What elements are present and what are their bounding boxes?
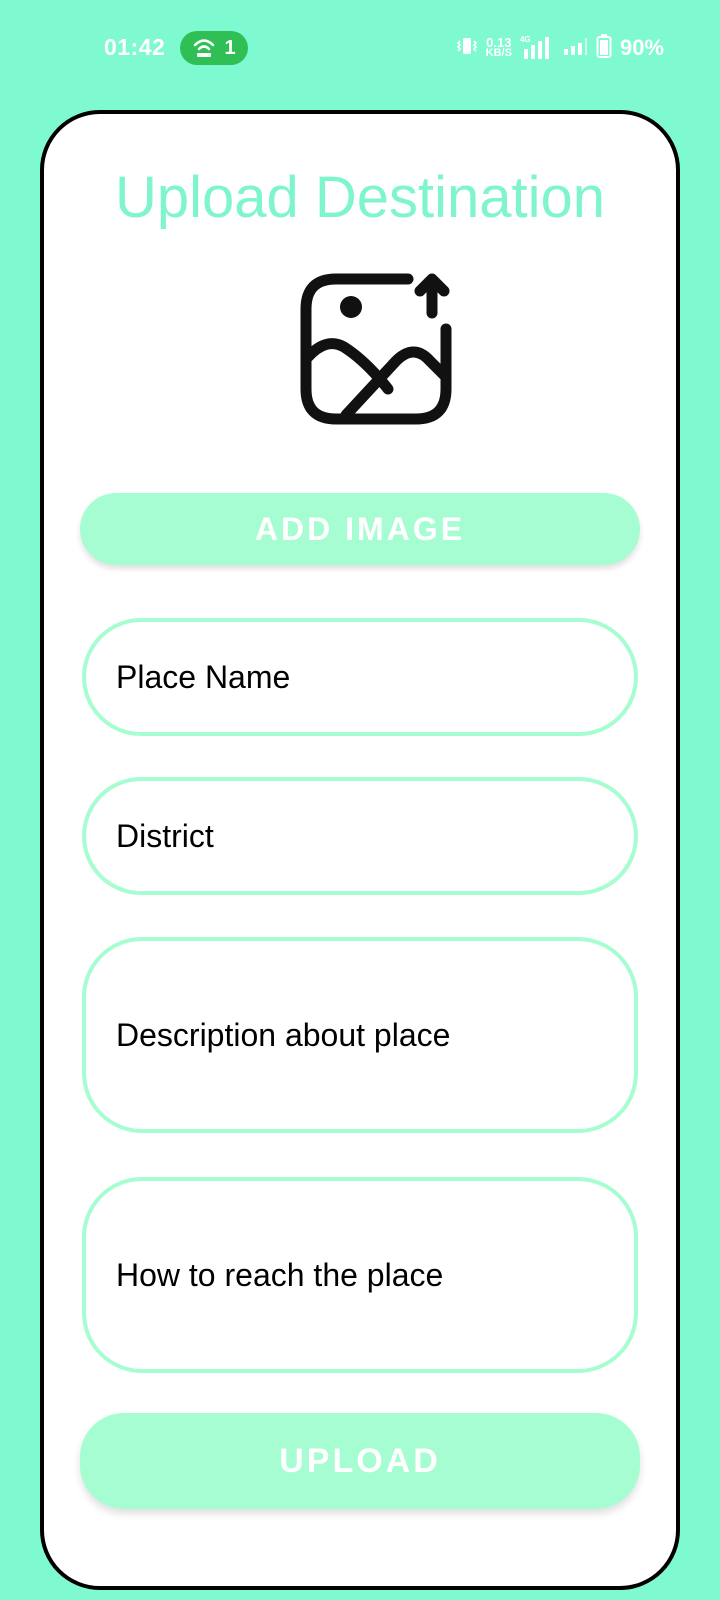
how-to-reach-placeholder: How to reach the place: [116, 1256, 444, 1293]
add-image-button[interactable]: ADD IMAGE: [80, 493, 640, 565]
status-time: 01:42: [104, 34, 166, 60]
status-bar: 01:42 1 0.13 KB/S 4G 90%: [0, 0, 720, 100]
upload-button[interactable]: UPLOAD: [80, 1413, 640, 1509]
battery-icon: [596, 33, 612, 64]
place-name-placeholder: Place Name: [116, 658, 291, 695]
status-right-group: 0.13 KB/S 4G 90%: [456, 30, 664, 66]
battery-percent: 90%: [619, 35, 664, 60]
signal-icon-sim2: [562, 35, 588, 62]
hotspot-indicator[interactable]: 1: [180, 31, 248, 65]
place-name-input[interactable]: Place Name: [82, 618, 638, 736]
district-input[interactable]: District: [82, 777, 638, 895]
hotspot-icon: [192, 37, 216, 59]
hotspot-count: 1: [224, 36, 236, 59]
description-placeholder: Description about place: [116, 1016, 451, 1053]
upload-card: Upload Destination ADD IMAGE Place Name …: [40, 110, 680, 1590]
net-speed: 0.13 KB/S: [485, 36, 512, 59]
vibrate-icon: [456, 35, 478, 62]
signal-icon: 4G: [520, 35, 554, 61]
description-input[interactable]: Description about place: [82, 937, 638, 1133]
image-upload-icon[interactable]: [296, 269, 456, 429]
page-title: Upload Destination: [114, 165, 606, 230]
how-to-reach-input[interactable]: How to reach the place: [82, 1177, 638, 1373]
net-speed-unit: KB/S: [485, 47, 512, 59]
district-placeholder: District: [116, 817, 214, 854]
